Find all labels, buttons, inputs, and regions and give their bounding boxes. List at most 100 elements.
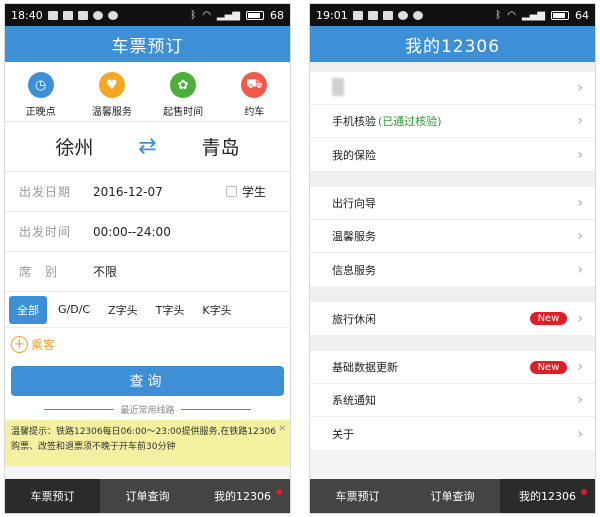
quick-actions: ◷ 正晚点 ♥ 温馨服务 ✿ 起售时间 ⛟ 约车 bbox=[5, 62, 290, 122]
query-button[interactable]: 查询 bbox=[11, 366, 284, 396]
phone-verify-row[interactable]: 手机核验 (已通过核验) › bbox=[310, 105, 595, 138]
chevron-right-icon: › bbox=[577, 392, 583, 408]
info-service-row[interactable]: 信息服务 › bbox=[310, 253, 595, 286]
filter-gdc[interactable]: G/D/C bbox=[51, 299, 97, 320]
nav-booking[interactable]: 车票预订 bbox=[310, 479, 405, 513]
chevron-right-icon: › bbox=[577, 310, 583, 327]
username bbox=[332, 77, 577, 99]
chevron-right-icon: › bbox=[577, 261, 583, 278]
car-icon: ⛟ bbox=[241, 72, 268, 98]
seat-value[interactable]: 不限 bbox=[93, 263, 117, 280]
nav-booking[interactable]: 车票预订 bbox=[5, 479, 100, 513]
service-group: 出行向导 › 温馨服务 › 信息服务 › bbox=[310, 187, 595, 286]
student-option[interactable]: 学生 bbox=[225, 183, 266, 200]
quick-label: 约车 bbox=[244, 107, 265, 118]
filter-all[interactable]: 全部 bbox=[9, 295, 47, 324]
info-icon bbox=[412, 10, 423, 20]
signal-icon: ▂▄▆ bbox=[216, 9, 240, 21]
nav-my12306[interactable]: 我的12306 bbox=[500, 479, 595, 513]
query-area: 查询 bbox=[5, 360, 290, 398]
chat-icon bbox=[92, 10, 103, 20]
student-label: 学生 bbox=[241, 185, 266, 199]
insurance-row[interactable]: 我的保险 › bbox=[310, 138, 595, 171]
about-row[interactable]: 关于 › bbox=[310, 417, 595, 450]
info-icon bbox=[107, 10, 118, 20]
quick-sale-time[interactable]: ✿ 起售时间 bbox=[151, 72, 215, 118]
nav-my12306-label: 我的12306 bbox=[214, 490, 271, 503]
nav-my12306-label: 我的12306 bbox=[519, 490, 576, 503]
quick-warm-service[interactable]: ♥ 温馨服务 bbox=[80, 72, 144, 118]
nav-my12306[interactable]: 我的12306 bbox=[195, 479, 290, 513]
system-group: 基础数据更新 New › 系统通知 › 关于 › bbox=[310, 351, 595, 450]
passenger-label: 乘客 bbox=[31, 337, 56, 352]
travel-leisure-label: 旅行休闲 bbox=[332, 312, 376, 326]
new-badge: New bbox=[529, 312, 568, 325]
chevron-right-icon: › bbox=[577, 359, 583, 375]
about-label: 关于 bbox=[332, 427, 354, 441]
hands-icon: ♥ bbox=[98, 72, 125, 98]
nav-orders[interactable]: 订单查询 bbox=[100, 479, 195, 513]
seat-row[interactable]: 席 别 不限 bbox=[5, 252, 290, 292]
battery-icon bbox=[551, 10, 569, 20]
date-value[interactable]: 2016-12-07 bbox=[93, 185, 163, 199]
time-value[interactable]: 00:00--24:00 bbox=[93, 225, 171, 239]
notification-icon bbox=[352, 10, 363, 20]
filter-t[interactable]: T字头 bbox=[149, 298, 192, 322]
filter-z[interactable]: Z字头 bbox=[101, 298, 145, 322]
my12306-screen: 19:01 ᛒ ◠ ▂▄▆ 64 我的12306 › 手机核验 (已通过核验) ›… bbox=[309, 3, 596, 514]
system-notify-row[interactable]: 系统通知 › bbox=[310, 384, 595, 417]
notification-dot bbox=[276, 489, 282, 495]
train-type-filters: 全部 G/D/C Z字头 T字头 K字头 bbox=[5, 292, 290, 328]
close-icon[interactable]: ✕ bbox=[278, 422, 286, 437]
date-label: 出发日期 bbox=[19, 185, 72, 199]
notice-line-2: 购票、改签和退票须不晚于开车前30分钟 bbox=[11, 442, 176, 453]
nav-orders[interactable]: 订单查询 bbox=[405, 479, 500, 513]
info-service-label: 信息服务 bbox=[332, 263, 376, 277]
quick-delay-status[interactable]: ◷ 正晚点 bbox=[9, 72, 73, 118]
chevron-right-icon: › bbox=[577, 425, 583, 442]
data-update-row[interactable]: 基础数据更新 New › bbox=[310, 351, 595, 384]
phone-verify-label: 手机核验 (已通过核验) bbox=[332, 115, 442, 128]
leaf-icon: ✿ bbox=[170, 72, 197, 98]
date-row[interactable]: 出发日期 2016-12-07 学生 bbox=[5, 172, 290, 212]
new-badge: New bbox=[529, 360, 568, 374]
bottom-nav: 车票预订 订单查询 我的12306 bbox=[310, 479, 595, 513]
travel-guide-row[interactable]: 出行向导 › bbox=[310, 187, 595, 220]
signal-icon: ▂▄▆ bbox=[521, 9, 545, 21]
filter-k[interactable]: K字头 bbox=[195, 298, 238, 322]
station-selector: 徐州 ⇄ 青岛 bbox=[5, 122, 290, 172]
user-profile-row[interactable]: › bbox=[310, 72, 595, 105]
bluetooth-icon: ᛒ bbox=[190, 9, 197, 21]
account-group: › 手机核验 (已通过核验) › 我的保险 › bbox=[310, 72, 595, 171]
student-checkbox[interactable] bbox=[225, 186, 237, 197]
add-passenger-button[interactable]: + 乘客 bbox=[5, 328, 290, 360]
chevron-right-icon: › bbox=[577, 146, 583, 163]
clock-icon: ◷ bbox=[27, 72, 54, 98]
booking-screen: 18:40 ᛒ ◠ ▂▄▆ 68 车票预订 ◷ 正晚点 ♥ 温馨服务 ✿ 起售时… bbox=[4, 3, 291, 514]
page-title: 我的12306 bbox=[310, 26, 595, 62]
recent-routes[interactable]: 最近常用线路 bbox=[5, 398, 290, 420]
from-station[interactable]: 徐州 bbox=[39, 133, 109, 160]
swap-icon[interactable]: ⇄ bbox=[138, 134, 156, 159]
seat-label: 席 别 bbox=[19, 265, 59, 279]
quick-label: 温馨服务 bbox=[91, 107, 132, 118]
section-gap bbox=[310, 335, 595, 351]
status-bar: 19:01 ᛒ ◠ ▂▄▆ 64 bbox=[310, 4, 595, 26]
notice-line-1: 温馨提示：铁路12306每日06:00～23:00提供服务,在铁路12306 bbox=[11, 427, 276, 437]
time-row[interactable]: 出发时间 00:00--24:00 bbox=[5, 212, 290, 252]
time-label: 出发时间 bbox=[19, 225, 72, 239]
notification-icon bbox=[47, 10, 58, 20]
wifi-icon: ◠ bbox=[202, 9, 211, 21]
travel-leisure-row[interactable]: 旅行休闲 New › bbox=[310, 302, 595, 335]
message-icon bbox=[382, 10, 393, 20]
plus-icon: + bbox=[11, 335, 28, 353]
warm-service-row[interactable]: 温馨服务 › bbox=[310, 220, 595, 253]
status-bar: 18:40 ᛒ ◠ ▂▄▆ 68 bbox=[5, 4, 290, 26]
bottom-nav: 车票预订 订单查询 我的12306 bbox=[5, 479, 290, 513]
to-station[interactable]: 青岛 bbox=[186, 133, 256, 160]
quick-label: 正晚点 bbox=[25, 107, 56, 118]
bluetooth-icon: ᛒ bbox=[495, 9, 502, 21]
battery-icon bbox=[246, 10, 264, 20]
travel-guide-label: 出行向导 bbox=[332, 197, 376, 210]
quick-car-booking[interactable]: ⛟ 约车 bbox=[222, 72, 286, 118]
